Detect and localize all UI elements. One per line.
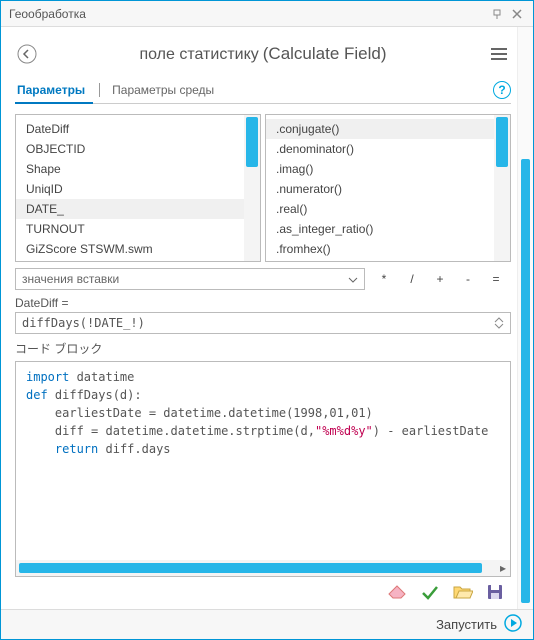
list-item[interactable]: .real() [266,199,494,219]
active-tab-underline [15,102,93,104]
list-item[interactable]: TURNOUT [16,219,244,239]
codeblock-box: import datatime def diffDays(d): earlies… [15,361,511,577]
window-title: Геообработка [9,7,86,21]
list-item[interactable]: .conjugate() [266,119,494,139]
operator-bar: * / + - = [369,268,511,290]
autohide-icon[interactable] [489,6,505,22]
fields-listbox[interactable]: DateDiff OBJECTID Shape UniqID DATE_ TUR… [15,114,261,262]
validate-icon[interactable] [421,584,439,603]
codeblock-hscroll[interactable]: ▸ [16,560,510,576]
footer-bar: Запустить [1,609,533,639]
tool-real-name: (Calculate Field) [263,44,387,64]
codeblock-label: コード ブロック [15,340,511,357]
chevron-down-icon [348,272,358,286]
run-button[interactable] [503,613,523,636]
open-icon[interactable] [453,584,473,603]
methods-scrollbar[interactable] [494,115,510,261]
fields-scrollbar[interactable] [244,115,260,261]
list-item[interactable]: DATE_ [16,199,244,219]
methods-listbox[interactable]: .conjugate() .denominator() .imag() .num… [265,114,511,262]
back-button[interactable] [15,42,39,66]
panel-scrollbar[interactable] [517,27,533,609]
menu-button[interactable] [487,42,511,66]
close-icon[interactable] [509,6,525,22]
tab-separator [99,83,100,97]
title-bar: Геообработка [1,1,533,27]
tool-header: поле статистику (Calculate Field) [15,37,511,71]
op-divide[interactable]: / [407,272,417,286]
insert-values-combo[interactable]: значения вставки [15,268,365,290]
list-item[interactable]: .as_integer_ratio() [266,219,494,239]
list-item[interactable]: .denominator() [266,139,494,159]
list-item[interactable]: Shape [16,159,244,179]
tool-alias: поле статистику [139,46,258,64]
expression-stepper[interactable] [494,316,504,330]
list-item[interactable]: OBJECTID [16,139,244,159]
expression-value: diffDays(!DATE_!) [22,316,145,330]
list-item[interactable]: .fromhex() [266,239,494,259]
tab-environments[interactable]: Параметры среды [110,77,216,103]
codeblock-editor[interactable]: import datatime def diffDays(d): earlies… [16,362,510,560]
op-plus[interactable]: + [435,272,445,286]
save-icon[interactable] [487,584,503,603]
expression-input[interactable]: diffDays(!DATE_!) [15,312,511,334]
expression-label: DateDiff = [15,296,511,310]
action-bar [15,577,511,609]
op-multiply[interactable]: * [379,272,389,286]
combo-label: значения вставки [22,272,119,286]
list-item[interactable]: .numerator() [266,179,494,199]
tab-bar: Параметры Параметры среды ? [15,77,511,104]
list-item[interactable]: GiZScore STSWM.swm [16,239,244,259]
tab-parameters[interactable]: Параметры [15,77,87,103]
list-item[interactable]: DateDiff [16,119,244,139]
erase-icon[interactable] [387,584,407,603]
op-equals[interactable]: = [491,272,501,286]
app-window: Геообработка поле статистику (Calculate … [0,0,534,640]
op-minus[interactable]: - [463,272,473,286]
run-label[interactable]: Запустить [436,617,497,632]
help-icon[interactable]: ? [493,81,511,99]
list-item[interactable]: .imag() [266,159,494,179]
list-item[interactable]: UniqID [16,179,244,199]
